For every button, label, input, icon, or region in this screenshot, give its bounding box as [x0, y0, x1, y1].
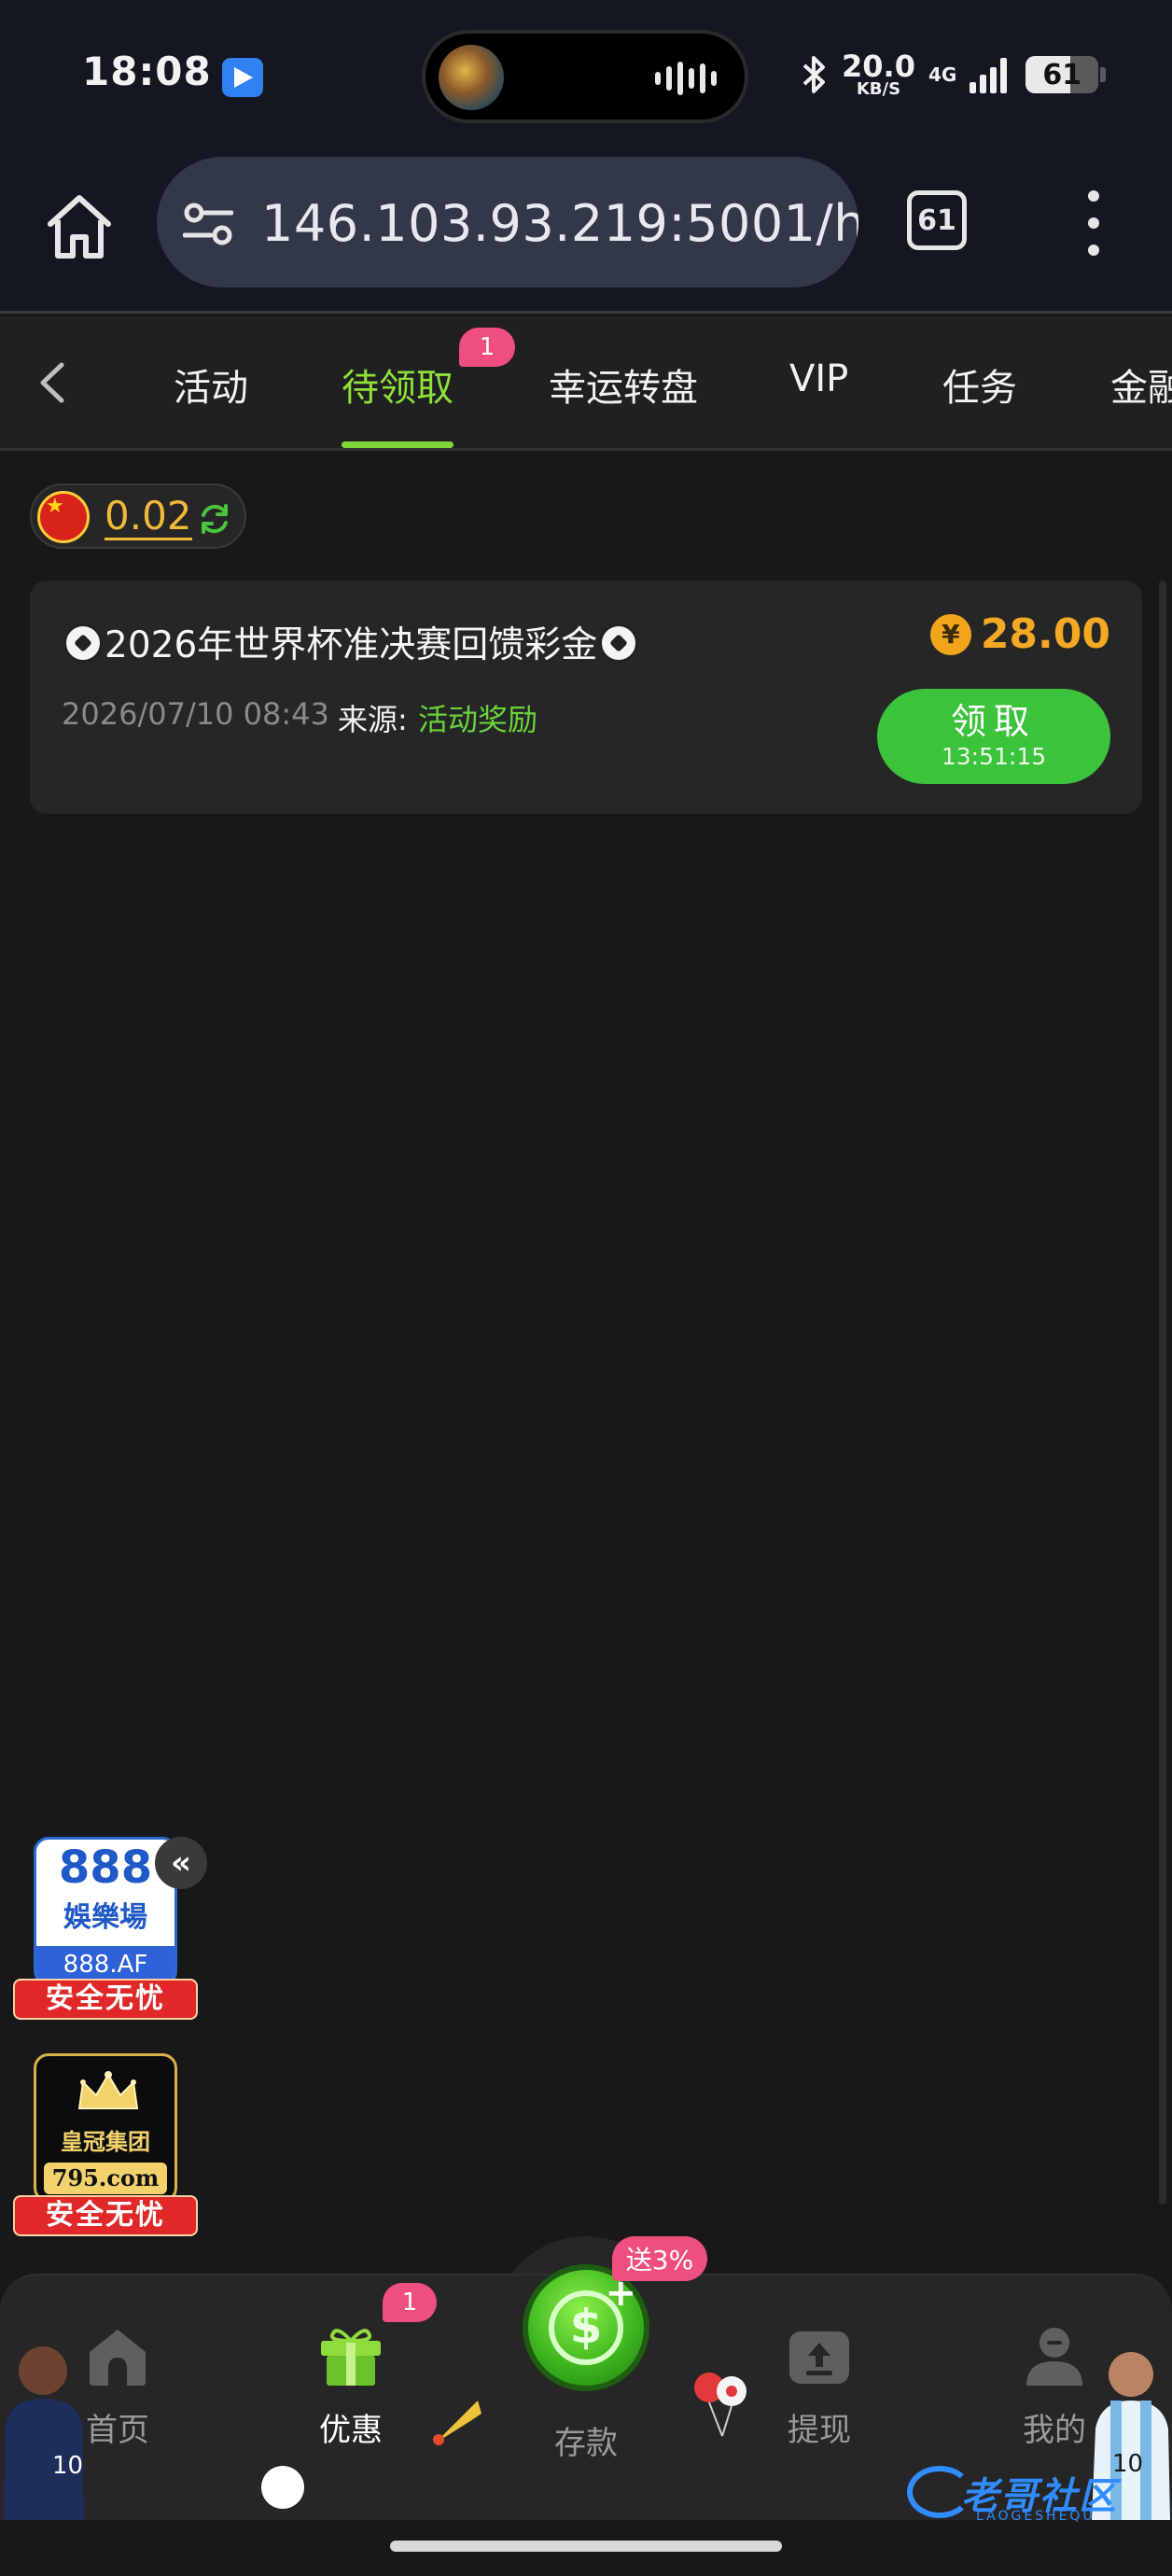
- svg-text:10: 10: [52, 2452, 83, 2480]
- bluetooth-icon: [802, 56, 825, 93]
- home-gesture-bar[interactable]: [390, 2541, 782, 2552]
- balance-amount: 0.02: [105, 494, 192, 541]
- nav-promotions[interactable]: 优惠: [276, 2324, 426, 2450]
- ad-888-name: 娛樂場: [63, 1901, 147, 1934]
- collapse-ads-button[interactable]: «: [155, 1837, 207, 1889]
- user-icon: [1026, 2328, 1082, 2386]
- url-text[interactable]: 146.103.93.219:5001/hor: [261, 194, 858, 253]
- deposit-promo-badge: 送3%: [612, 2236, 707, 2281]
- reward-title: 2026年世界杯准决赛回馈彩金: [105, 624, 598, 666]
- network-speed: 20.0 KB/S: [842, 51, 915, 98]
- vuvuzela-icon: [433, 2401, 481, 2445]
- network-speed-unit: KB/S: [856, 79, 901, 99]
- battery-percent: 61: [1042, 59, 1082, 91]
- reward-amount-value: 28.00: [980, 610, 1110, 658]
- status-time: 18:08: [82, 49, 212, 94]
- tab-vip[interactable]: VIP: [789, 357, 848, 400]
- chevron-left-icon[interactable]: [34, 359, 71, 406]
- battery-tip: [1100, 67, 1107, 82]
- promotions-badge: 1: [383, 2283, 437, 2322]
- crown-icon: [77, 2071, 139, 2109]
- ad-888-url: 888.AF: [36, 1946, 174, 1983]
- tab-tasks[interactable]: 任务: [942, 357, 1017, 412]
- app-root: 18:08 20.0 KB/S 4G 61 146.103.93.219:500…: [0, 0, 1172, 2576]
- watermark-logo: 老哥社区 LAOGESHEQU: [907, 2460, 1138, 2526]
- deposit-button[interactable]: +: [523, 2264, 649, 2391]
- tab-finance[interactable]: 金融: [1110, 357, 1172, 412]
- reward-title-row: 2026年世界杯准决赛回馈彩金: [62, 616, 640, 668]
- watermark-subtext: LAOGESHEQU: [976, 2509, 1095, 2524]
- notification-app-icon: [222, 58, 263, 97]
- media-thumbnail-icon: [439, 45, 504, 110]
- nav-withdraw[interactable]: 提现: [745, 2324, 894, 2450]
- ad-crown-ribbon: 安全无忧: [13, 2195, 198, 2236]
- overflow-menu-icon[interactable]: [1073, 190, 1114, 256]
- scrollbar[interactable]: [1159, 581, 1166, 2205]
- soccer-ball-icon: [261, 2466, 304, 2509]
- pending-count-badge: 1: [459, 328, 515, 367]
- signal-icon: [970, 56, 1008, 93]
- tab-activities[interactable]: 活动: [174, 357, 248, 412]
- nav-withdraw-label: 提现: [788, 2412, 851, 2449]
- upload-icon: [789, 2331, 849, 2384]
- network-type: 4G: [928, 63, 957, 86]
- battery-icon: 61: [1026, 56, 1099, 93]
- claim-button[interactable]: 领取 13:51:15: [877, 689, 1110, 784]
- network-speed-value: 20.0: [842, 49, 915, 84]
- site-settings-icon[interactable]: [183, 202, 233, 246]
- reward-source-value: 活动奖励: [418, 702, 538, 737]
- status-bar: 18:08 20.0 KB/S 4G 61: [0, 0, 1172, 149]
- ad-crown-url: 795.com: [44, 2163, 167, 2194]
- reward-source-label: 来源:: [338, 702, 408, 737]
- audio-wave-icon: [655, 62, 717, 95]
- nav-deposit-label[interactable]: 存款: [511, 2417, 661, 2463]
- home-icon: [90, 2330, 146, 2386]
- home-icon[interactable]: [43, 190, 116, 263]
- tab-switcher-button[interactable]: 61: [907, 190, 967, 250]
- reward-card: 2026年世界杯准决赛回馈彩金 ¥ 28.00 2026/07/10 08:43…: [30, 581, 1142, 814]
- soccer-ball-icon: [63, 623, 103, 663]
- wallet-balance[interactable]: 0.02: [30, 483, 246, 549]
- active-tab-indicator: [342, 441, 453, 448]
- player-figure-left-icon: 10: [4, 2346, 84, 2520]
- yen-coin-icon: ¥: [929, 613, 971, 655]
- address-bar[interactable]: 146.103.93.219:5001/hor: [157, 157, 858, 287]
- reward-date: 2026/07/10 08:43: [62, 696, 329, 732]
- balloons-icon: [694, 2373, 746, 2437]
- status-indicators: 20.0 KB/S 4G 61: [801, 37, 1107, 112]
- claim-button-label: 领取: [950, 701, 1037, 743]
- soccer-ball-icon: [599, 623, 639, 663]
- china-flag-icon: [37, 491, 90, 543]
- gift-icon: [321, 2329, 381, 2386]
- ad-888-ribbon: 安全无忧: [13, 1979, 198, 2020]
- ad-888-number: 888: [58, 1841, 153, 1894]
- dynamic-island[interactable]: [422, 30, 748, 123]
- refresh-icon[interactable]: [196, 500, 233, 538]
- ad-crown-name: 皇冠集团: [61, 2129, 150, 2155]
- floating-ad-crown[interactable]: 皇冠集团 795.com 安全无忧: [13, 2053, 200, 2240]
- browser-toolbar: 146.103.93.219:5001/hor 61: [0, 149, 1172, 314]
- nav-promotions-label: 优惠: [319, 2412, 383, 2449]
- ad-crown-card[interactable]: 皇冠集团 795.com: [34, 2053, 177, 2203]
- reward-amount: ¥ 28.00: [929, 610, 1110, 658]
- tab-pending-claim[interactable]: 待领取: [342, 357, 453, 412]
- claim-countdown: 13:51:15: [941, 742, 1047, 770]
- tab-lucky-wheel[interactable]: 幸运转盘: [549, 357, 698, 412]
- floating-ad-888[interactable]: 888 娛樂場 888.AF 安全无忧 «: [13, 1837, 207, 2023]
- category-tabs: 活动 待领取 幸运转盘 VIP 任务 金融 1: [0, 316, 1172, 451]
